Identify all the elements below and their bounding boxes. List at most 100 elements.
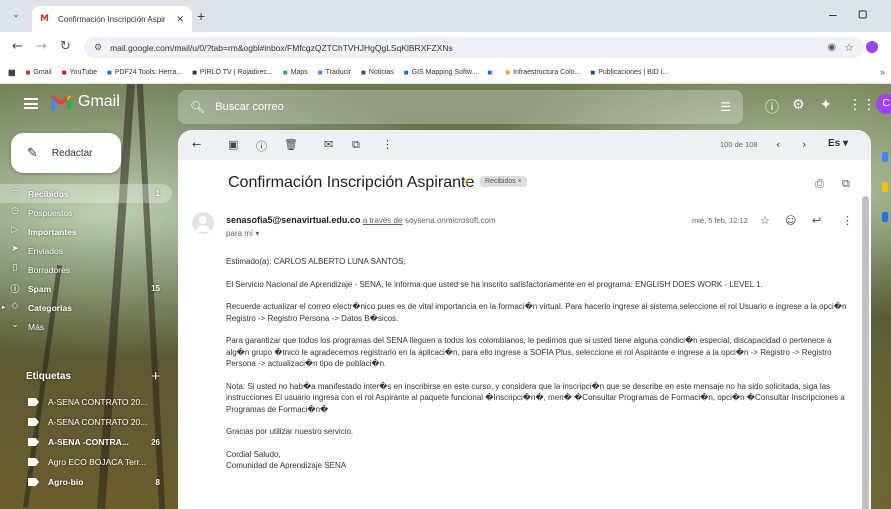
label-item-2[interactable]: A-SENA -CONTRA... 26 [0, 432, 172, 452]
sidebar-item-label: Recibidos [28, 188, 69, 199]
label-count: 26 [151, 437, 160, 447]
reply-icon[interactable]: ↩ [812, 214, 821, 227]
tasks-icon[interactable] [882, 212, 888, 222]
recipient-details-toggle[interactable]: para mí ▾ [226, 229, 259, 238]
input-language-selector[interactable]: Es ▾ [828, 138, 848, 149]
new-tab-icon[interactable]: + [197, 8, 205, 24]
sidebar-item-2[interactable]: ▷ Importantes [0, 222, 172, 241]
archive-icon[interactable]: ▣ [228, 138, 238, 151]
print-icon[interactable]: ⎙ [815, 177, 824, 191]
more-actions-icon[interactable]: ⋮ [842, 214, 853, 227]
window-restore-icon[interactable]: ▢ [858, 9, 867, 20]
maps-icon: ■ [282, 68, 288, 77]
sidebar-item-7[interactable]: ⌄ Más [0, 317, 172, 336]
bookmark-3[interactable]: ■ PIRLO TV | Rojadirec... [192, 68, 273, 77]
more-options-icon[interactable]: ⋮ [382, 138, 393, 151]
main-menu-icon[interactable] [24, 98, 38, 109]
bookmark-1[interactable]: ■ YouTube [62, 68, 97, 77]
sidebar-item-1[interactable]: ◷ Pospuestos [0, 203, 172, 222]
search-icon[interactable]: 🔍︎ [190, 100, 205, 114]
sidebar-item-label: Spam [28, 283, 52, 294]
label-count: 8 [155, 477, 160, 487]
calendar-icon[interactable] [882, 152, 888, 162]
bookmark-7[interactable]: ■ GIS Mapping Softw... [404, 68, 478, 77]
sidebar-item-6[interactable]: ▸ ◇ Categorías [0, 298, 172, 317]
bookmark-8[interactable]: ■ [487, 68, 495, 77]
expand-icon[interactable]: ▸ [2, 304, 5, 311]
back-to-inbox-icon[interactable]: ← [192, 138, 201, 151]
account-avatar[interactable]: C [876, 94, 891, 114]
window-minimize-icon[interactable]: – [829, 6, 837, 22]
sidebar-item-5[interactable]: ⓘ Spam 15 [0, 279, 172, 298]
eye-icon[interactable]: ◉ [827, 42, 836, 53]
bookmark-star-icon[interactable]: ☆ [844, 41, 854, 54]
keep-icon[interactable] [882, 182, 888, 192]
bookmark-label: PIRLO TV | Rojadirec... [199, 69, 273, 76]
bookmark-0[interactable]: ■ Gmail [26, 68, 52, 77]
email-paragraph: Recuerde actualizar el correo electr�nic… [226, 302, 847, 323]
settings-gear-icon[interactable]: ⚙ [792, 97, 805, 113]
draft-icon: ▯ [12, 263, 18, 273]
address-bar[interactable]: ⚙ mail.google.com/mail/u/0/?tab=rm&ogbl#… [84, 37, 864, 58]
bookmark-9[interactable]: ■ Infraestructura Colo... [505, 68, 580, 77]
browser-tabstrip: ⌄ M Confirmación Inscripción Aspir ✕ + –… [0, 0, 891, 32]
sidebar-item-label: Importantes [28, 226, 77, 237]
label-item-3[interactable]: Agro ECO BOJACA Terr... [0, 452, 172, 472]
url-text[interactable]: mail.google.com/mail/u/0/?tab=rm&ogbl#in… [110, 43, 819, 53]
sender-email[interactable]: senasofia5@senavirtual.edu.co [226, 215, 360, 225]
open-new-window-icon[interactable]: ⧉ [842, 177, 850, 191]
browser-profile-avatar[interactable] [866, 41, 878, 53]
apps-grid-icon[interactable]: ⋮⋮ [848, 97, 876, 113]
labels-heading: Etiquetas + [26, 368, 166, 385]
star-icon[interactable]: ☆ [760, 214, 770, 227]
prev-email-icon[interactable]: ‹ [776, 138, 780, 151]
sidebar-item-label: Enviados [28, 245, 63, 256]
sidebar-item-label: Pospuestos [28, 207, 73, 218]
email-paragraph: El Servicio Nacional de Aprendizaje - SE… [226, 279, 763, 289]
sidebar-item-4[interactable]: ▯ Borradores [0, 260, 172, 279]
bookmark-5[interactable]: ■ Traducir [318, 68, 351, 77]
bookmark-10[interactable]: ■ Publicaciones | BID I... [590, 68, 668, 77]
search-input[interactable] [215, 101, 711, 113]
back-icon[interactable]: ← [12, 40, 23, 53]
tab-close-icon[interactable]: ✕ [176, 14, 184, 25]
inbox-label-badge[interactable]: Recibidos × [480, 176, 527, 187]
apps-grid-icon[interactable]: ▦ [8, 68, 16, 77]
sender-via-text[interactable]: a través de [363, 216, 403, 225]
search-options-icon[interactable]: ☰ [720, 100, 731, 114]
label-item-0[interactable]: A-SENA CONTRATO 20... [0, 392, 172, 412]
gmail-icon: ■ [25, 68, 31, 77]
bookmark-label: Publicaciones | BID I... [598, 69, 669, 76]
bookmarks-overflow-icon[interactable]: » [875, 67, 885, 77]
compose-button[interactable]: ✎ Redactar [11, 133, 121, 173]
label-item-1[interactable]: A-SENA CONTRATO 20... [0, 412, 172, 432]
forward-icon[interactable]: → [36, 40, 47, 53]
email-scrollbar[interactable] [862, 196, 869, 509]
site-info-icon[interactable]: ⚙ [94, 42, 102, 53]
tab-search-icon[interactable]: ⌄ [8, 9, 24, 23]
input-language-label: Es [828, 138, 841, 149]
sidebar-item-3[interactable]: ➤ Enviados [0, 241, 172, 260]
gemini-sparkle-icon[interactable]: ✦ [820, 97, 832, 113]
add-label-icon[interactable]: + [151, 368, 160, 385]
sidebar-item-0[interactable]: ▭ Recibidos 1 [0, 184, 172, 203]
bookmark-2[interactable]: ■ PDF24 Tools: Herra... [107, 68, 182, 77]
mark-unread-icon[interactable]: ✉ [324, 138, 333, 151]
sidebar-item-count: 1 [155, 189, 160, 198]
bookmark-6[interactable]: ■ Noticias [361, 68, 394, 77]
help-icon[interactable]: ⓘ [765, 97, 779, 117]
label-item-4[interactable]: Agro-bio 8 [0, 472, 172, 492]
next-email-icon[interactable]: › [802, 138, 806, 151]
emoji-reaction-icon[interactable]: ☺ [785, 214, 796, 227]
label-tag-icon [28, 438, 39, 446]
delete-icon[interactable]: 🗑︎ [284, 138, 298, 151]
browser-tab-active[interactable]: M Confirmación Inscripción Aspir ✕ [32, 6, 192, 32]
move-to-icon[interactable]: ⧉ [352, 138, 360, 152]
bookmark-label: Infraestructura Colo... [513, 69, 581, 76]
important-marker-icon[interactable]: » [463, 176, 469, 188]
report-spam-icon[interactable]: ⓘ [256, 138, 267, 154]
reload-icon[interactable]: ↻ [60, 40, 71, 53]
email-paragraph: Para garantizar que todos los programas … [226, 336, 832, 368]
bookmark-4[interactable]: ■ Maps [283, 68, 308, 77]
gmail-app: Gmail 🔍︎ ☰ ⓘ ⚙ ✦ ⋮⋮ C ✎ Redactar ▭Recibi… [0, 84, 891, 509]
